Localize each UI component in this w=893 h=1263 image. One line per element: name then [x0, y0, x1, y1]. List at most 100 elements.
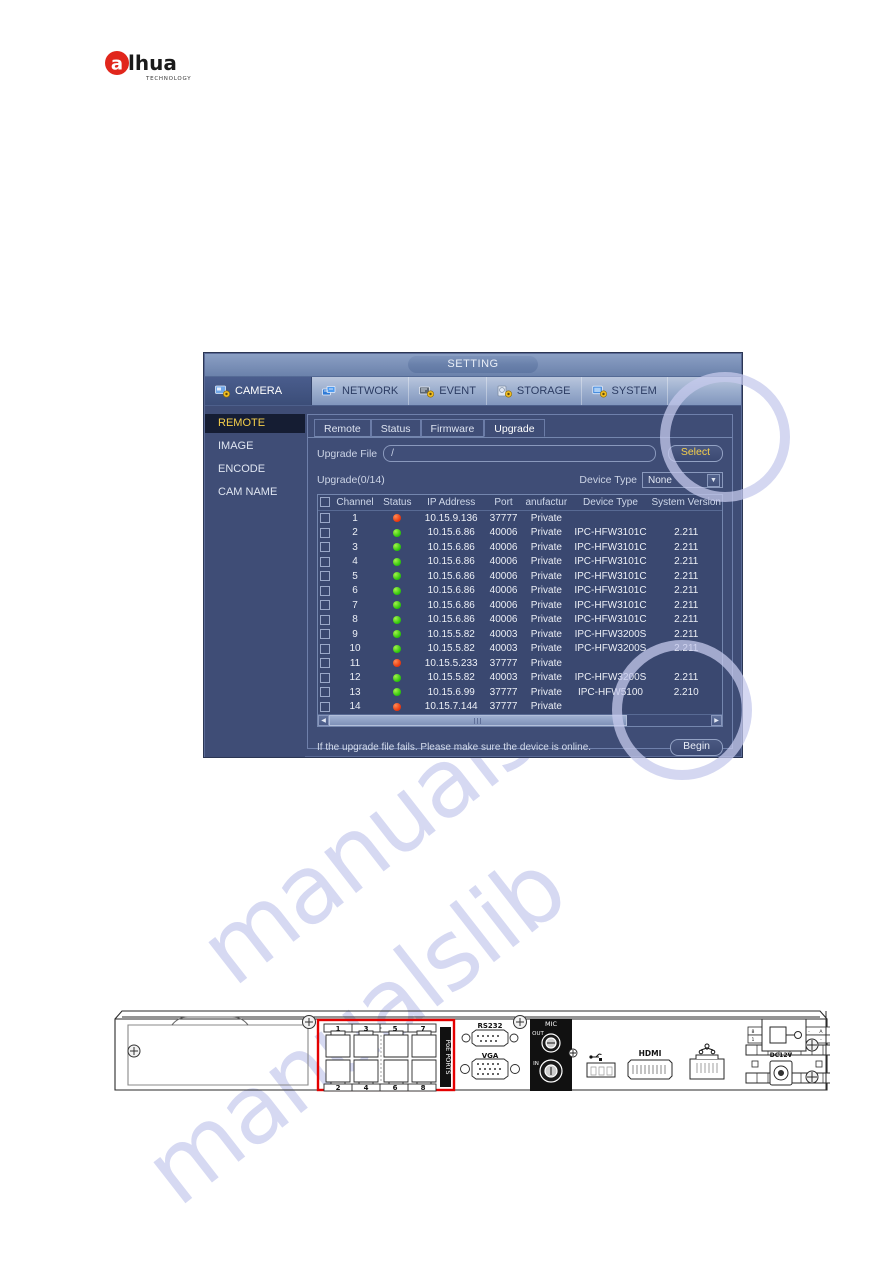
row-checkbox-cell[interactable] — [318, 656, 333, 671]
poe-port-label-3: 3 — [364, 1025, 369, 1033]
nvr-rear-panel-power-section: DC12V — [760, 1005, 850, 1093]
scrollbar-thumb[interactable] — [329, 715, 627, 726]
row-checkbox[interactable] — [320, 571, 331, 582]
table-row[interactable]: 8 10.15.6.86 40006 Private IPC-HFW3101C 2.211 — [318, 613, 722, 628]
row-checkbox[interactable] — [320, 527, 331, 538]
row-checkbox[interactable] — [320, 643, 331, 654]
table-row[interactable]: 4 10.15.6.86 40006 Private IPC-HFW3101C 2.211 — [318, 555, 722, 570]
row-checkbox[interactable] — [320, 600, 331, 611]
upgrade-file-label: Upgrade File — [317, 447, 378, 460]
row-checkbox[interactable] — [320, 542, 331, 553]
row-checkbox-cell[interactable] — [318, 540, 333, 555]
header-checkbox-cell[interactable] — [318, 495, 333, 511]
tab-firmware[interactable]: Firmware — [420, 419, 485, 437]
chevron-down-icon[interactable]: ▼ — [707, 473, 720, 487]
scroll-left-arrow-icon[interactable]: ◀ — [318, 715, 329, 726]
table-horizontal-scrollbar[interactable]: ◀ ▶ — [318, 714, 722, 726]
row-checkbox[interactable] — [320, 585, 331, 596]
scroll-right-arrow-icon[interactable]: ▶ — [711, 715, 722, 726]
row-checkbox-cell[interactable] — [318, 671, 333, 686]
scrollbar-track[interactable] — [329, 715, 711, 726]
row-checkbox[interactable] — [320, 629, 331, 640]
sidebar-item-remote[interactable]: REMOTE — [205, 414, 305, 433]
tab-remote[interactable]: Remote — [314, 419, 371, 437]
table-row[interactable]: 5 10.15.6.86 40006 Private IPC-HFW3101C 2.211 — [318, 569, 722, 584]
status-online-icon — [393, 543, 402, 552]
row-checkbox-cell[interactable] — [318, 569, 333, 584]
row-checkbox-cell[interactable] — [318, 584, 333, 599]
table-row[interactable]: 12 10.15.5.82 40003 Private IPC-HFW3200S 2.21… — [318, 671, 722, 686]
top-menu-camera[interactable]: CAMERA — [205, 377, 312, 405]
header-system-version[interactable]: System Version — [650, 495, 722, 511]
sidebar-item-encode-label: ENCODE — [218, 463, 266, 475]
row-checkbox[interactable] — [320, 687, 331, 698]
row-checkbox-cell[interactable] — [318, 526, 333, 541]
sidebar-item-encode[interactable]: ENCODE — [205, 460, 305, 479]
table-row[interactable]: 7 10.15.6.86 40006 Private IPC-HFW3101C 2.211 — [318, 598, 722, 613]
top-menu-storage[interactable]: STORAGE — [487, 377, 582, 405]
row-checkbox-cell[interactable] — [318, 511, 333, 526]
begin-button[interactable]: Begin — [670, 739, 723, 756]
status-online-icon — [393, 601, 402, 610]
cell-status — [377, 613, 417, 628]
row-checkbox-cell[interactable] — [318, 613, 333, 628]
rs232-label: RS232 — [477, 1022, 502, 1030]
cell-status — [377, 627, 417, 642]
camera-gear-icon — [215, 385, 231, 398]
cell-channel: 6 — [352, 585, 358, 597]
top-menu-event[interactable]: EVENT — [409, 377, 487, 405]
row-checkbox[interactable] — [320, 658, 331, 669]
device-type-select[interactable]: None ▼ — [642, 472, 723, 488]
row-checkbox-cell[interactable] — [318, 598, 333, 613]
tab-status[interactable]: Status — [370, 419, 421, 437]
table-row[interactable]: 3 10.15.6.86 40006 Private IPC-HFW3101C 2.211 — [318, 540, 722, 555]
table-row[interactable]: 14 10.15.7.144 37777 Private — [318, 700, 722, 715]
poe-port-label-8: 8 — [421, 1084, 426, 1092]
table-row[interactable]: 10 10.15.5.82 40003 Private IPC-HFW3200S 2.21… — [318, 642, 722, 657]
sidebar-item-cam-name[interactable]: CAM NAME — [205, 483, 305, 502]
table-row[interactable]: 1 10.15.9.136 37777 Private — [318, 511, 722, 526]
cell-status — [377, 555, 417, 570]
row-checkbox[interactable] — [320, 701, 331, 712]
top-menu-system[interactable]: SYSTEM — [582, 377, 668, 405]
upgrade-file-input[interactable]: / — [383, 445, 656, 462]
select-all-checkbox[interactable] — [320, 497, 331, 508]
header-manufacturer[interactable]: anufactur — [522, 495, 571, 511]
cell-system-version: 2.211 — [674, 672, 699, 684]
top-menu-storage-label: STORAGE — [516, 385, 571, 397]
nvr-rear-panel-diagram: 1 3 5 7 2 4 6 8 PoE PORTS RS232 VGA MIC … — [112, 1005, 849, 1093]
row-checkbox[interactable] — [320, 556, 331, 567]
cell-ip-address: 10.15.5.233 — [424, 657, 478, 669]
table-row[interactable]: 13 10.15.6.99 37777 Private IPC-HFW5100 2.210 — [318, 685, 722, 700]
table-row[interactable]: 6 10.15.6.86 40006 Private IPC-HFW3101C 2.211 — [318, 584, 722, 599]
header-ip-address[interactable]: IP Address — [417, 495, 485, 511]
status-offline-icon — [393, 659, 402, 668]
row-checkbox-cell[interactable] — [318, 555, 333, 570]
cell-channel: 10 — [349, 643, 361, 655]
header-port[interactable]: Port — [484, 495, 523, 511]
row-checkbox[interactable] — [320, 513, 331, 524]
row-checkbox-cell[interactable] — [318, 685, 333, 700]
upgrade-file-row: Upgrade File / Select — [317, 445, 723, 462]
sidebar-item-image[interactable]: IMAGE — [205, 437, 305, 456]
header-channel[interactable]: Channel — [332, 495, 378, 511]
table-row[interactable]: 2 10.15.6.86 40006 Private IPC-HFW3101C 2.211 — [318, 526, 722, 541]
cell-device-type: IPC-HFW3101C — [574, 570, 647, 582]
header-status[interactable]: Status — [377, 495, 418, 511]
network-icon — [698, 1043, 716, 1055]
cell-system-version: 2.211 — [674, 541, 699, 553]
table-row[interactable]: 11 10.15.5.233 37777 Private — [318, 656, 722, 671]
row-checkbox-cell[interactable] — [318, 627, 333, 642]
cell-ip-address: 10.15.9.136 — [424, 512, 478, 524]
status-online-icon — [393, 586, 402, 595]
svg-text:TECHNOLOGY: TECHNOLOGY — [145, 76, 191, 82]
select-button[interactable]: Select — [667, 445, 723, 462]
tab-upgrade[interactable]: Upgrade — [484, 419, 545, 437]
row-checkbox-cell[interactable] — [318, 700, 333, 715]
row-checkbox-cell[interactable] — [318, 642, 333, 657]
row-checkbox[interactable] — [320, 672, 331, 683]
table-row[interactable]: 9 10.15.5.82 40003 Private IPC-HFW3200S 2.211 — [318, 627, 722, 642]
header-device-type[interactable]: Device Type — [570, 495, 651, 511]
top-menu-network[interactable]: NETWORK — [312, 377, 410, 405]
row-checkbox[interactable] — [320, 614, 331, 625]
